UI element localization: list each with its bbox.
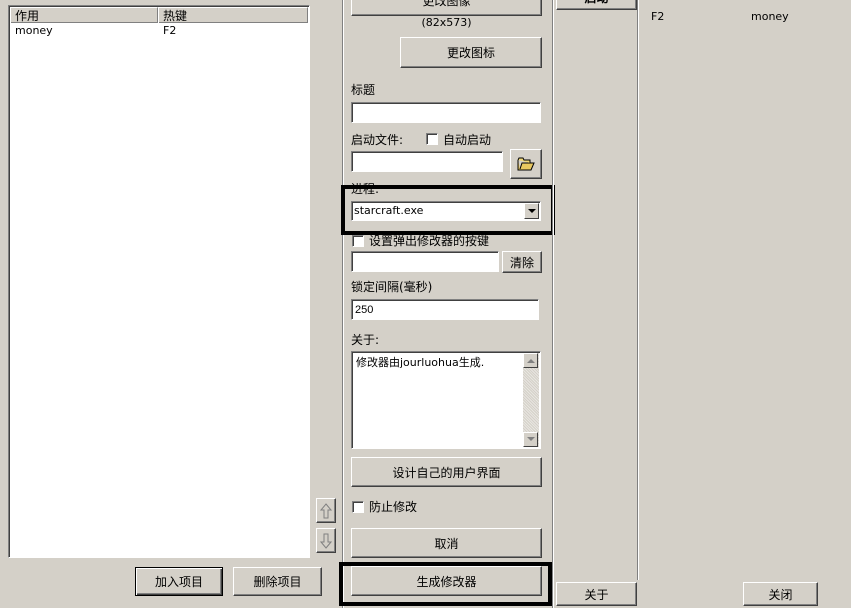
- prevent-modify-label: 防止修改: [369, 500, 418, 514]
- list-item-hotkey: F2: [163, 24, 177, 37]
- startup-file-label: 启动文件:: [351, 133, 404, 147]
- arrow-up-icon: [320, 502, 332, 518]
- arrow-down-icon: [320, 533, 332, 549]
- move-up-button[interactable]: [316, 498, 336, 523]
- delete-item-button[interactable]: 删除项目: [233, 567, 322, 596]
- divider: [553, 0, 554, 608]
- close-button[interactable]: 关闭: [743, 582, 818, 606]
- image-size-text: (82x573): [421, 16, 472, 29]
- scroll-down-button[interactable]: [523, 432, 538, 447]
- chevron-down-icon: [526, 437, 535, 441]
- about-scrollbar[interactable]: [523, 353, 539, 447]
- column-header-action[interactable]: 作用: [10, 7, 158, 23]
- cancel-button[interactable]: 取消: [351, 528, 542, 558]
- open-folder-icon: [517, 157, 535, 171]
- change-icon-button[interactable]: 更改图标: [400, 37, 542, 68]
- start-button[interactable]: 启动: [556, 0, 637, 10]
- popup-hotkey-checkbox[interactable]: [352, 235, 364, 247]
- about-button[interactable]: 关于: [556, 582, 637, 606]
- list-header: 作用 热键: [10, 7, 308, 23]
- design-ui-button[interactable]: 设计自己的用户界面: [351, 457, 542, 487]
- chevron-up-icon: [526, 359, 535, 363]
- change-image-button[interactable]: 更改图像: [351, 0, 542, 16]
- title-input[interactable]: [351, 102, 541, 123]
- auto-start-checkbox[interactable]: [426, 133, 438, 145]
- about-textarea[interactable]: 修改器由jourluohua生成.: [351, 351, 541, 449]
- move-down-button[interactable]: [316, 528, 336, 553]
- about-text: 修改器由jourluohua生成.: [356, 356, 485, 369]
- list-item[interactable]: money F2: [10, 24, 308, 38]
- clear-button[interactable]: 清除: [502, 251, 542, 273]
- generate-highlight-box: [339, 562, 552, 606]
- scroll-up-button[interactable]: [523, 353, 538, 368]
- prevent-modify-checkbox[interactable]: [352, 501, 364, 513]
- add-item-button[interactable]: 加入项目: [135, 567, 223, 596]
- auto-start-label: 自动启动: [443, 133, 492, 147]
- preview-divider: [638, 0, 639, 580]
- process-highlight-box: [341, 185, 555, 235]
- hotkey-list[interactable]: 作用 热键 money F2: [8, 5, 310, 558]
- column-header-hotkey[interactable]: 热键: [158, 7, 308, 23]
- preview-action-text: money: [751, 10, 789, 23]
- preview-hotkey-text: F2: [651, 10, 665, 23]
- lock-interval-input[interactable]: [351, 299, 539, 320]
- lock-interval-label: 锁定间隔(毫秒): [351, 280, 433, 294]
- popup-hotkey-label: 设置弹出修改器的按键: [369, 234, 490, 248]
- startup-file-input[interactable]: [351, 151, 503, 172]
- divider: [343, 0, 344, 608]
- title-label: 标题: [351, 83, 376, 97]
- browse-file-button[interactable]: [510, 149, 542, 179]
- about-label: 关于:: [351, 333, 380, 347]
- list-item-action: money: [15, 24, 53, 37]
- popup-hotkey-input[interactable]: [351, 251, 499, 272]
